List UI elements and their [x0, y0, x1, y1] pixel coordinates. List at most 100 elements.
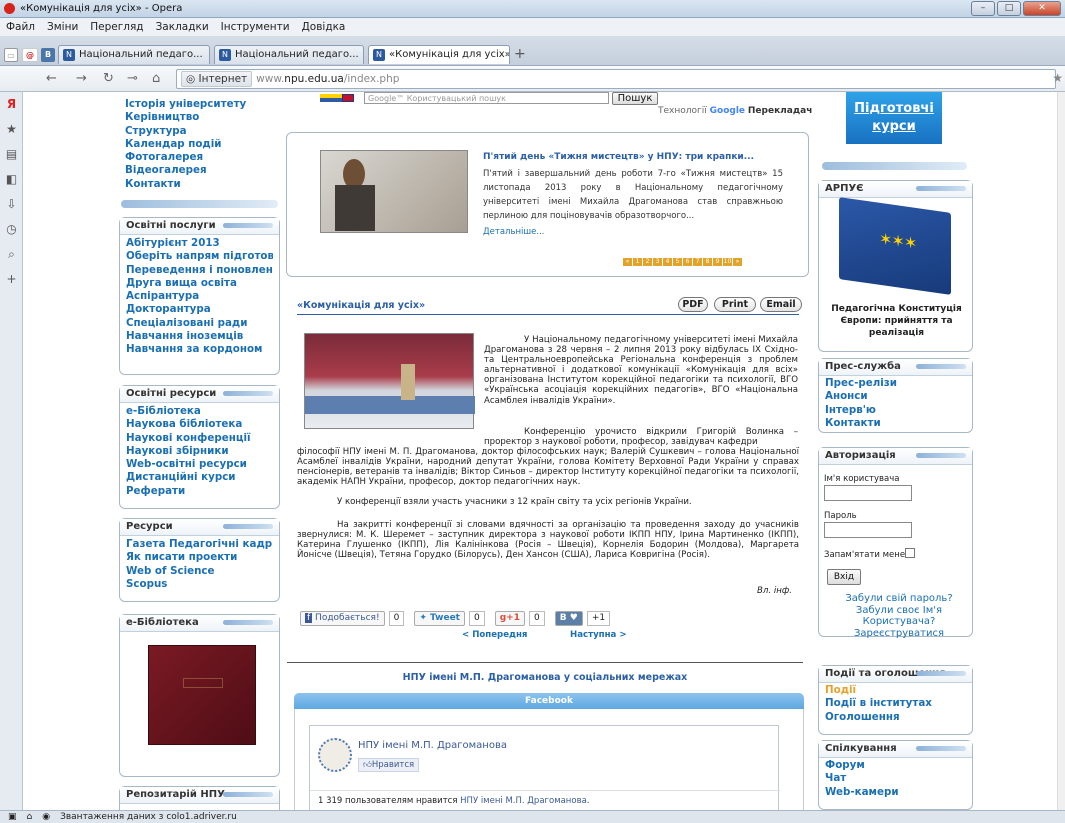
link-foreigners[interactable]: Навчання іноземців — [126, 330, 273, 343]
link-forum[interactable]: Форум — [825, 759, 966, 772]
back-button[interactable]: ← — [46, 71, 57, 86]
link-postgraduate[interactable]: Аспірантура — [126, 290, 273, 303]
courses-link[interactable]: Підготовчі курси — [846, 92, 942, 144]
pdf-button[interactable]: PDF — [678, 297, 708, 312]
forgot-username-link[interactable]: Забули своє Ім'я — [839, 605, 959, 617]
notes-icon[interactable]: ▤ — [0, 142, 23, 167]
link-contacts[interactable]: Контакти — [125, 178, 278, 191]
home-button[interactable]: ⌂ — [152, 71, 160, 86]
news-photo[interactable] — [320, 150, 468, 233]
link-webcams[interactable]: Web-камери — [825, 786, 966, 799]
link-announcements-2[interactable]: Оголошення — [825, 711, 966, 724]
link-essays[interactable]: Реферати — [126, 485, 273, 498]
link-newspaper[interactable]: Газета Педагогічні кадри — [126, 538, 273, 551]
link-library[interactable]: Наукова бібліотека — [126, 418, 273, 431]
forgot-username-link-2[interactable]: Користувача? — [839, 616, 959, 628]
mail-ru-icon[interactable]: @ — [22, 48, 38, 62]
link-councils[interactable]: Спеціалізовані ради — [126, 317, 273, 330]
news-more-link[interactable]: Детальніше... — [483, 227, 545, 237]
panel-toggle-icon[interactable]: ▣ — [8, 811, 17, 823]
link-doctoral[interactable]: Докторантура — [126, 303, 273, 316]
bookmarks-star-icon[interactable]: ★ — [0, 117, 23, 142]
vk-icon[interactable]: B — [41, 48, 55, 62]
forward-button[interactable]: → — [76, 71, 87, 86]
page-2[interactable]: 2 — [643, 258, 652, 266]
history-clock-icon[interactable]: ◷ — [0, 217, 23, 242]
security-badge[interactable]: ◎ Інтернет — [181, 71, 253, 87]
prev-article-link[interactable]: < Попередня — [462, 630, 527, 640]
fb-like-button[interactable]: f Подобається! — [300, 611, 385, 626]
page-7[interactable]: 7 — [693, 258, 702, 266]
menu-view[interactable]: Перегляд — [90, 21, 143, 33]
page-9[interactable]: 9 — [713, 258, 722, 266]
page-10[interactable]: 10 — [723, 258, 732, 266]
page-3[interactable]: 3 — [653, 258, 662, 266]
link-calendar[interactable]: Календар подій — [125, 138, 278, 151]
gplus-button[interactable]: g+1 — [494, 611, 525, 626]
vertical-scrollbar[interactable] — [1057, 92, 1065, 810]
menu-file[interactable]: Файл — [6, 21, 35, 33]
next-article-link[interactable]: Наступна > — [570, 630, 627, 640]
link-second-degree[interactable]: Друга вища освіта — [126, 277, 273, 290]
link-announcements[interactable]: Анонси — [825, 390, 966, 403]
translate-widget[interactable]: Технології Google Перекладач — [658, 106, 812, 116]
tab-npu-1[interactable]: N Національний педаго... × — [58, 45, 210, 64]
minimize-icon[interactable]: – — [971, 1, 995, 16]
arpue-caption[interactable]: Педагогічна Конституція Європи: прийнятт… — [821, 303, 972, 339]
fb-page-name[interactable]: НПУ імені М.П. Драгоманова — [358, 740, 507, 751]
link-entrant[interactable]: Абітурієнт 2013 — [126, 237, 273, 250]
tweet-button[interactable]: ✦ Tweet — [414, 611, 465, 626]
key-icon[interactable]: ⊸ — [127, 71, 138, 86]
article-photo[interactable] — [304, 333, 475, 429]
remember-checkbox[interactable] — [905, 548, 915, 558]
new-tab-button[interactable]: + — [514, 46, 526, 62]
link-videogallery[interactable]: Відеогалерея — [125, 164, 278, 177]
page-prev[interactable]: « — [623, 258, 632, 266]
add-panel-icon[interactable]: + — [0, 267, 23, 292]
page-icon[interactable]: ▭ — [4, 48, 18, 62]
page-6[interactable]: 6 — [683, 258, 692, 266]
facebook-tab[interactable]: Facebook — [294, 693, 804, 709]
link-institute-events[interactable]: Події в інститутах — [825, 697, 966, 710]
forgot-password-link[interactable]: Забули свій пароль? — [839, 593, 959, 605]
link-collections[interactable]: Наукові збірники — [126, 445, 273, 458]
link-abroad[interactable]: Навчання за кордоном — [126, 343, 273, 356]
link-events[interactable]: Події — [825, 684, 966, 697]
elib-book-image[interactable] — [148, 645, 256, 745]
link-wos[interactable]: Web of Science — [126, 565, 273, 578]
vk-share-button[interactable]: B ♥ — [554, 611, 583, 626]
ua-flag-icon[interactable] — [320, 94, 342, 102]
download-icon[interactable]: ⇩ — [0, 192, 23, 217]
link-distance[interactable]: Дистанційні курси — [126, 471, 273, 484]
page-4[interactable]: 4 — [663, 258, 672, 266]
link-elibrary[interactable]: e-Бібліотека — [126, 405, 273, 418]
link-photogallery[interactable]: Фотогалерея — [125, 151, 278, 164]
link-projects[interactable]: Як писати проекти — [126, 551, 273, 564]
constitution-book-image[interactable]: ✶✶✶ — [839, 197, 951, 295]
link-history[interactable]: Історія університету — [125, 98, 278, 111]
search-input[interactable]: Google™ Користувацький пошук — [364, 92, 609, 104]
fb-page-like-button[interactable]: 👍︎Нравится — [358, 758, 420, 772]
menu-bookmarks[interactable]: Закладки — [156, 21, 209, 33]
link-direction[interactable]: Оберіть напрям підготовки — [126, 250, 273, 263]
page-1[interactable]: 1 — [633, 258, 642, 266]
login-button[interactable]: Вхід — [827, 569, 861, 585]
email-button[interactable]: Email — [760, 297, 802, 312]
link-interview[interactable]: Інтерв'ю — [825, 404, 966, 417]
menu-tools[interactable]: Інструменти — [221, 21, 290, 33]
link-structure[interactable]: Структура — [125, 125, 278, 138]
link-leadership[interactable]: Керівництво — [125, 111, 278, 124]
link-scopus[interactable]: Scopus — [126, 578, 273, 591]
uk-flag-icon[interactable] — [342, 94, 354, 102]
password-input[interactable] — [824, 522, 912, 538]
link-press-releases[interactable]: Прес-релізи — [825, 377, 966, 390]
tab-npu-2[interactable]: N Національний педаго... × — [214, 45, 364, 64]
search-icon[interactable]: ⌕ — [0, 242, 23, 267]
tab-communication[interactable]: N «Комунікація для усіх» × — [368, 45, 510, 64]
username-input[interactable] — [824, 485, 912, 501]
menu-help[interactable]: Довідка — [302, 21, 346, 33]
mail-icon[interactable]: ◧ — [0, 167, 23, 192]
menu-edit[interactable]: Зміни — [47, 21, 78, 33]
page-next[interactable]: » — [733, 258, 742, 266]
register-link[interactable]: Зареєструватися — [839, 628, 959, 640]
